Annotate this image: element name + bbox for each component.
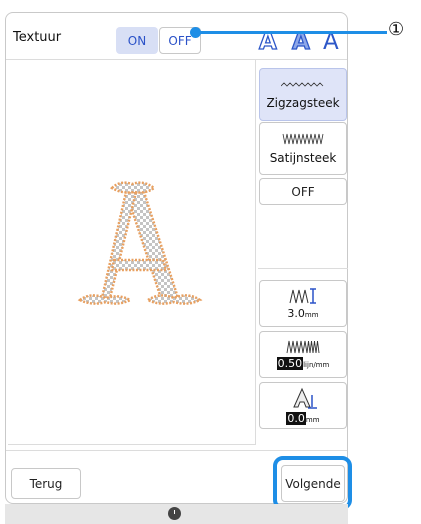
stitch-off-button[interactable]: OFF — [259, 178, 347, 205]
stitch-density-button[interactable]: 0.50lijn/mm — [259, 331, 347, 378]
embroidery-settings-panel: Textuur ON OFF A A A Zigzagsteek Satijns… — [5, 12, 352, 510]
texture-bar: Textuur ON OFF A A A — [6, 13, 347, 60]
stitch-density-icon — [286, 340, 320, 353]
stitch-offset-value: 0.0mm — [286, 411, 320, 425]
stitch-offset-icon — [293, 387, 317, 409]
stitch-offset-button[interactable]: 0.0mm — [259, 382, 347, 429]
satin-stitch-icon — [282, 133, 324, 144]
satin-stitch-label: Satijnsteek — [269, 150, 337, 165]
zigzag-stitch-button[interactable]: Zigzagsteek — [259, 68, 347, 121]
next-button[interactable]: Volgende — [281, 465, 345, 502]
zigzag-stitch-label: Zigzagsteek — [266, 95, 340, 110]
satin-stitch-button[interactable]: Satijnsteek — [259, 122, 347, 175]
stitch-width-icon — [289, 287, 316, 304]
font-filled-outline-icon[interactable]: A — [291, 30, 310, 54]
clock-icon — [168, 507, 181, 520]
font-regular-icon[interactable]: A — [323, 31, 339, 54]
stitch-width-value: 3.0mm — [287, 306, 319, 320]
stitch-density-value: 0.50lijn/mm — [276, 356, 330, 370]
callout-number: ① — [388, 19, 405, 40]
back-button[interactable]: Terug — [11, 468, 81, 499]
callout-line — [197, 31, 387, 34]
letter-a-shape — [77, 181, 203, 305]
stitch-width-button[interactable]: 3.0mm — [259, 280, 347, 327]
texture-on-button[interactable]: ON — [116, 27, 158, 54]
texture-label: Textuur — [13, 30, 62, 45]
font-outline-icon[interactable]: A — [258, 30, 277, 54]
letter-a-preview — [77, 181, 203, 305]
settings-separator — [258, 268, 348, 269]
footer-divider — [6, 450, 347, 451]
zigzag-stitch-icon — [281, 81, 324, 87]
preview-canvas — [8, 60, 256, 445]
